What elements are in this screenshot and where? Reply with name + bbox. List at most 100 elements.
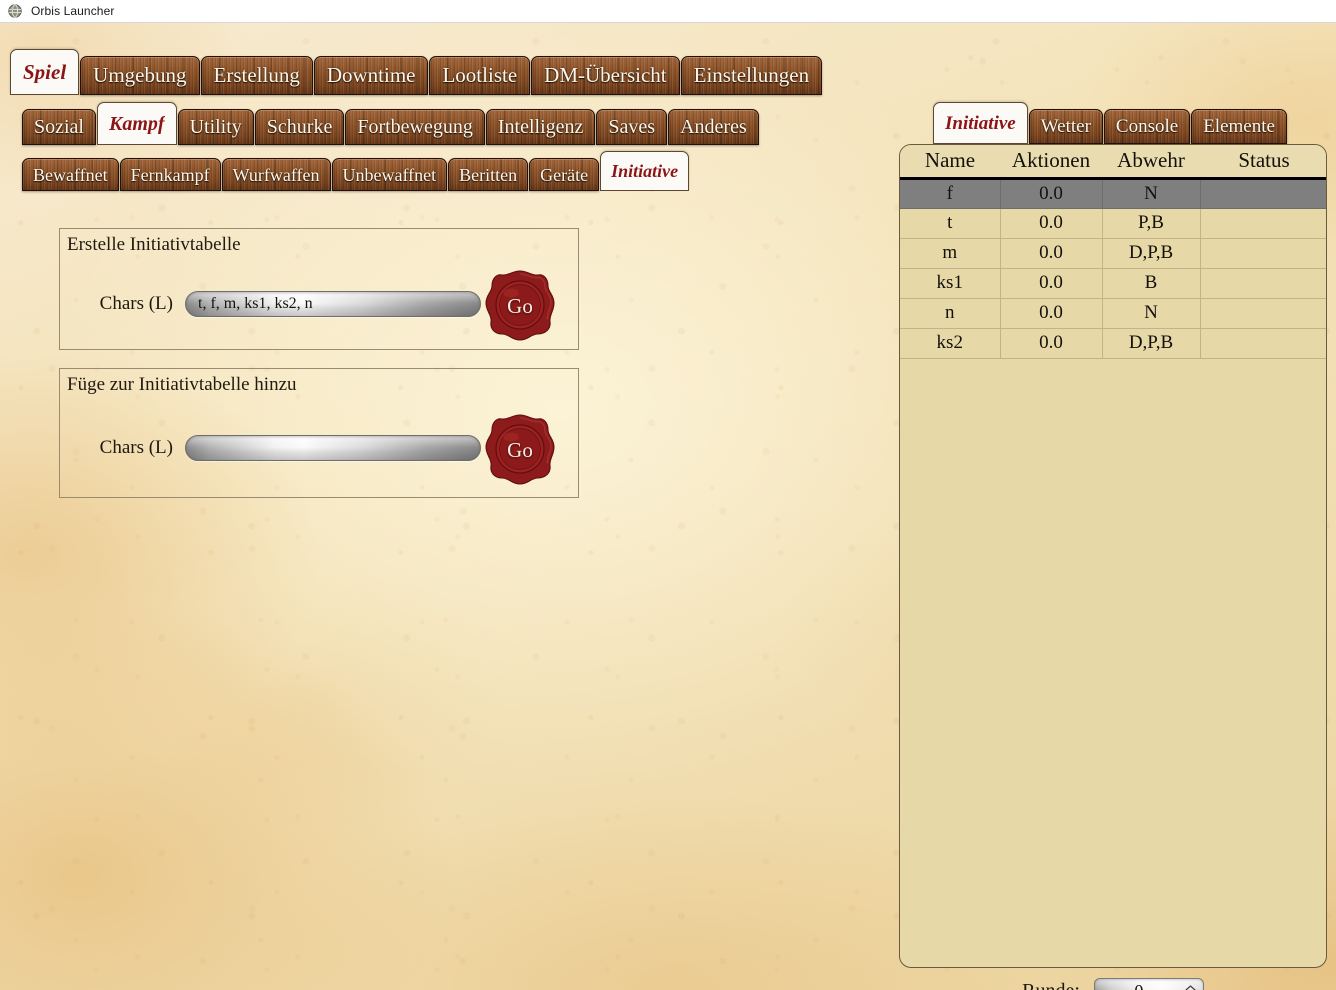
cell-aktionen: 0.0 [1000,208,1103,239]
chevron-up-icon[interactable] [1185,984,1196,990]
cell-name: n [900,298,1001,329]
initiative-table-panel: Name Aktionen Abwehr Status f 0.0 N t 0.… [899,144,1327,968]
create-chars-input[interactable] [185,291,481,317]
table-row[interactable]: f 0.0 N [900,178,1326,209]
tab-fortbewegung[interactable]: Fortbewegung [345,109,485,145]
tab-label: Umgebung [93,63,187,87]
table-row[interactable]: t 0.0 P,B [900,208,1326,239]
cell-status [1200,298,1326,329]
runde-label: Runde: [1022,980,1080,990]
tab-geraete[interactable]: Geräte [529,158,600,191]
tab-label: Downtime [326,63,416,87]
main-tab-row: Spiel Umgebung Erstellung Downtime Lootl… [10,49,823,95]
column-header-abwehr: Abwehr [1102,145,1200,180]
runde-spinner[interactable]: 0 [1093,978,1204,990]
table-row[interactable]: m 0.0 D,P,B [900,238,1326,269]
tab-label: Fortbewegung [357,116,473,138]
cell-aktionen: 0.0 [1000,238,1103,269]
tab-panel-elemente[interactable]: Elemente [1191,109,1287,144]
table-row[interactable]: n 0.0 N [900,298,1326,329]
tab-label: Wurfwaffen [232,164,320,185]
tab-label: Lootliste [442,63,518,87]
tab-lootliste[interactable]: Lootliste [429,56,531,95]
tab-intelligenz[interactable]: Intelligenz [485,109,596,145]
column-header-name: Name [900,145,1000,180]
tab-kampf[interactable]: Kampf [97,102,177,145]
wax-seal-icon [485,270,555,341]
runde-row: Runde: 0 [899,978,1327,990]
tab-label: Kampf [109,113,165,134]
tab-label: Schurke [266,116,333,138]
cell-abwehr: N [1102,298,1201,329]
tab-label: Wetter [1040,116,1091,137]
tab-label: Initiative [611,162,679,180]
category-tab-row: Sozial Kampf Utility Schurke Fortbewegun… [22,102,760,145]
tab-schurke[interactable]: Schurke [254,109,345,145]
tab-utility[interactable]: Utility [177,109,254,145]
cell-aktionen: 0.0 [1000,328,1103,359]
cell-name: ks1 [900,268,1001,299]
tab-umgebung[interactable]: Umgebung [80,56,200,95]
cell-status [1200,178,1326,209]
tab-panel-console[interactable]: Console [1103,109,1191,144]
tab-panel-initiative[interactable]: Initiative [933,102,1028,144]
column-header-status: Status [1200,145,1326,180]
subcategory-tab-row: Bewaffnet Fernkampf Wurfwaffen Unbewaffn… [22,151,690,191]
tab-saves[interactable]: Saves [596,109,668,145]
tab-label: Sozial [34,116,84,138]
tab-dm-uebersicht[interactable]: DM-Übersicht [531,56,680,95]
cell-abwehr: P,B [1102,208,1201,239]
tab-label: Geräte [540,164,589,185]
add-chars-input[interactable] [185,435,481,461]
cell-name: ks2 [900,328,1001,359]
tab-bewaffnet[interactable]: Bewaffnet [22,158,119,191]
cell-abwehr: B [1102,268,1201,299]
tab-beritten[interactable]: Beritten [448,158,529,191]
add-go-button[interactable]: Go [482,412,558,488]
cell-aktionen: 0.0 [1000,178,1103,209]
tab-label: Einstellungen [693,63,810,87]
app-globe-icon [8,4,22,18]
cell-name: m [900,238,1001,269]
window-title-bar: Orbis Launcher [0,0,1336,23]
tab-label: Erstellung [213,63,300,87]
tab-label: Unbewaffnet [342,164,437,185]
tab-label: Elemente [1203,116,1275,137]
runde-spinner-arrows [1184,979,1198,990]
tab-label: DM-Übersicht [544,63,667,87]
cell-status [1200,208,1326,239]
cell-aktionen: 0.0 [1000,298,1103,329]
tab-panel-wetter[interactable]: Wetter [1028,109,1103,144]
cell-name: f [900,178,1001,209]
cell-aktionen: 0.0 [1000,268,1103,299]
tab-label: Utility [189,116,242,138]
table-row[interactable]: ks1 0.0 B [900,268,1326,299]
table-header-row: Name Aktionen Abwehr Status [900,145,1326,180]
tab-label: Intelligenz [497,116,584,138]
tab-fernkampf[interactable]: Fernkampf [119,158,221,191]
tab-erstellung[interactable]: Erstellung [200,56,313,95]
table-row[interactable]: ks2 0.0 D,P,B [900,328,1326,359]
runde-value: 0 [1095,979,1183,990]
tab-initiative[interactable]: Initiative [600,151,690,191]
tab-downtime[interactable]: Downtime [313,56,429,95]
cell-status [1200,238,1326,269]
cell-status [1200,328,1326,359]
tab-sozial[interactable]: Sozial [22,109,96,145]
cell-abwehr: D,P,B [1102,238,1201,269]
column-header-aktionen: Aktionen [1000,145,1102,180]
parchment-background: Spiel Umgebung Erstellung Downtime Lootl… [0,23,1336,990]
cell-abwehr: N [1102,178,1201,209]
create-go-button[interactable]: Go [482,268,558,344]
tab-einstellungen[interactable]: Einstellungen [680,56,823,95]
cell-status [1200,268,1326,299]
tab-anderes[interactable]: Anderes [668,109,759,145]
create-form-title: Erstelle Initiativtabelle [67,234,241,255]
tab-wurfwaffen[interactable]: Wurfwaffen [221,158,331,191]
cell-name: t [900,208,1001,239]
tab-label: Fernkampf [130,164,210,185]
tab-spiel[interactable]: Spiel [10,49,80,95]
tab-label: Saves [608,116,656,138]
add-form-title: Füge zur Initiativtabelle hinzu [67,374,297,395]
tab-unbewaffnet[interactable]: Unbewaffnet [331,158,448,191]
